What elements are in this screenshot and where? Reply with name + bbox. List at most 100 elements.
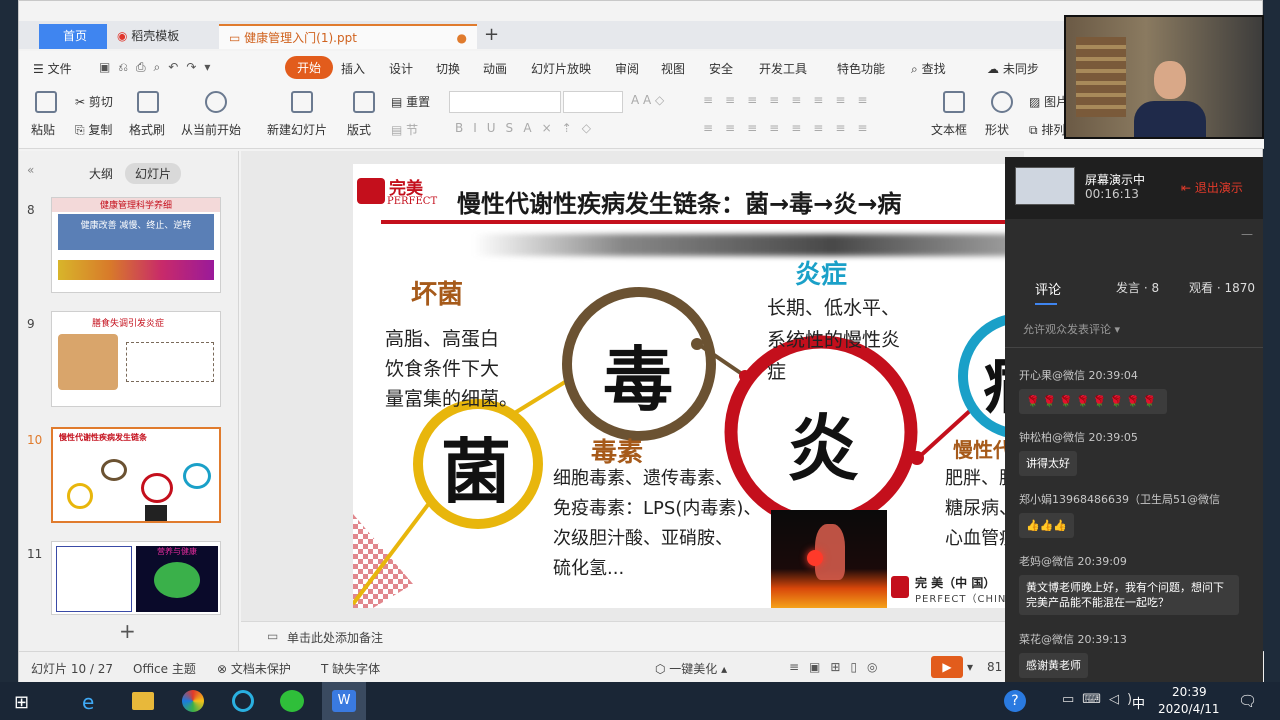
notes-icon: ▭ xyxy=(267,629,279,643)
font-style-icons[interactable]: BIUSA×⇡◇ xyxy=(455,121,601,135)
menu-transition[interactable]: 切换 xyxy=(436,60,460,77)
section-button[interactable]: ▤ 节 xyxy=(391,121,418,138)
menu-animation[interactable]: 动画 xyxy=(483,60,507,77)
shape-button[interactable]: 形状 xyxy=(985,121,1009,138)
minimize-icon[interactable]: — xyxy=(1241,227,1253,241)
menu-review[interactable]: 审阅 xyxy=(615,60,639,77)
exit-presentation-button[interactable]: ⇤ 退出演示 xyxy=(1181,179,1243,196)
tab-watch[interactable]: 观看 · 1870 xyxy=(1189,279,1255,296)
play-slideshow-icon[interactable]: ▶ xyxy=(931,656,963,678)
tab-speak[interactable]: 发言 · 8 xyxy=(1116,279,1159,296)
tab-document[interactable]: ▭ 健康管理入门(1).ppt ● xyxy=(219,24,477,49)
theme-name[interactable]: Office 主题 xyxy=(133,660,196,677)
ime-indicator[interactable]: 中 xyxy=(1132,693,1145,712)
menu-search[interactable]: ⌕ 查找 xyxy=(911,60,946,77)
slide-thumb-9[interactable]: 膳食失调引发炎症 xyxy=(51,311,221,407)
thumb-circle-brown xyxy=(101,459,127,481)
tab-templates[interactable]: ◉ 稻壳模板 xyxy=(107,24,225,49)
search-app-icon[interactable] xyxy=(232,690,254,712)
help-icon[interactable]: ? xyxy=(1004,690,1026,712)
menu-security[interactable]: 安全 xyxy=(709,60,733,77)
comment-name: 开心果@微信 xyxy=(1019,369,1085,382)
document-protection[interactable]: ⊗ 文档未保护 xyxy=(217,660,291,677)
paragraph-icons-top[interactable]: ≡≡≡≡≡≡≡≡ xyxy=(703,93,879,107)
slide-thumb-8[interactable]: 健康管理科学养细 健康改善 减慢、终止、逆转 xyxy=(51,197,221,293)
comment-item: 老妈@微信 20:39:09 黄文博老师晚上好，我有个问题，想问下完美产品能不能… xyxy=(1019,553,1259,615)
thumb-title: 健康管理科学养细 xyxy=(52,198,220,212)
reset-button[interactable]: ▤ 重置 xyxy=(391,93,430,110)
tab-outline[interactable]: 大纲 xyxy=(89,165,113,182)
connector-dot xyxy=(739,370,751,382)
windows-start-icon[interactable]: ⊞ xyxy=(14,692,29,713)
font-size-adjust-icons[interactable]: A A ◇ xyxy=(631,93,664,107)
beautify-button[interactable]: ⬡ 一键美化 ▴ xyxy=(655,660,727,677)
edge-browser-icon[interactable]: e xyxy=(82,690,106,714)
webcam-preview xyxy=(1064,15,1264,139)
layout-button[interactable]: 版式 xyxy=(347,121,371,138)
wechat-icon[interactable] xyxy=(280,690,304,712)
inflammation-heading: 炎症 xyxy=(795,260,848,290)
tab-comments[interactable]: 评论 xyxy=(1035,279,1061,298)
slide-number: 8 xyxy=(27,203,35,217)
comment-author: 老妈@微信 20:39:09 xyxy=(1019,553,1259,569)
collapse-panel-icon[interactable]: « xyxy=(27,163,34,177)
thumb-tree-image: 营养与健康 xyxy=(136,546,218,612)
tab-slides[interactable]: 幻灯片 xyxy=(125,163,182,184)
menu-insert[interactable]: 插入 xyxy=(341,60,365,77)
tab-home[interactable]: 首页 xyxy=(39,24,111,49)
textbox-button[interactable]: 文本框 xyxy=(931,121,967,138)
clock-date[interactable]: 2020/4/11 xyxy=(1158,702,1220,716)
slide-thumb-10-selected[interactable]: 慢性代谢性疾病发生链条 xyxy=(51,427,221,523)
arrange-button[interactable]: ⧉ 排列 xyxy=(1029,121,1065,138)
thumb-text-block xyxy=(56,546,132,612)
thumb-food-image xyxy=(58,334,118,390)
bad-bacteria-heading: 坏菌 xyxy=(411,280,464,310)
cut-button[interactable]: ✂ 剪切 xyxy=(75,93,113,110)
menu-special[interactable]: 特色功能 xyxy=(837,60,885,77)
shape-icon[interactable] xyxy=(991,91,1013,113)
clock-time[interactable]: 20:39 xyxy=(1172,685,1207,699)
font-size-select[interactable] xyxy=(563,91,623,113)
view-mode-icons[interactable]: ≡▣⊞▯◎ xyxy=(789,660,888,674)
zoom-level[interactable]: 81 xyxy=(987,660,1002,674)
menu-file[interactable]: ☰ 文件 xyxy=(33,60,72,77)
notification-icon[interactable]: 🗨 xyxy=(1238,692,1257,710)
new-slide-icon[interactable] xyxy=(291,91,313,113)
paragraph-icons-bottom[interactable]: ≡≡≡≡≡≡≡≡ xyxy=(703,121,879,135)
menu-design[interactable]: 设计 xyxy=(389,60,413,77)
textbox-icon[interactable] xyxy=(943,91,965,113)
current-slide[interactable]: 完美 PERFECT 慢性代谢性疾病发生链条：菌→毒→炎→病 菌 毒 炎 坏菌 … xyxy=(353,164,1033,608)
format-painter-button[interactable]: 格式刷 xyxy=(129,121,165,138)
paste-button[interactable]: 粘贴 xyxy=(31,121,55,138)
thumb-pain-image xyxy=(145,505,167,521)
menu-slideshow[interactable]: 幻灯片放映 xyxy=(531,60,591,77)
sync-status[interactable]: ☁ 未同步 xyxy=(987,60,1039,77)
new-slide-button[interactable]: 新建幻灯片 xyxy=(267,121,327,138)
wps-taskbar-button[interactable]: W xyxy=(322,682,366,720)
slide-thumb-11[interactable]: 营养与健康 xyxy=(51,541,221,615)
play-menu-caret[interactable]: ▾ xyxy=(967,660,973,674)
menu-start[interactable]: 开始 xyxy=(285,56,334,79)
menu-developer[interactable]: 开发工具 xyxy=(759,60,807,77)
layout-icon[interactable] xyxy=(353,91,375,113)
beautify-label: 一键美化 xyxy=(669,662,718,676)
quick-access-icons[interactable]: ▣⎌⎙⌕↶↷▾ xyxy=(99,60,218,75)
font-family-select[interactable] xyxy=(449,91,561,113)
play-icon[interactable] xyxy=(205,91,227,113)
play-from-current-button[interactable]: 从当前开始 xyxy=(181,121,241,138)
paste-icon[interactable] xyxy=(35,91,57,113)
browser-icon[interactable] xyxy=(182,690,204,712)
file-explorer-icon[interactable] xyxy=(132,692,154,710)
new-tab-button[interactable]: + xyxy=(474,24,499,49)
wps-icon: W xyxy=(332,690,356,712)
copy-button[interactable]: ⎘ 复制 xyxy=(75,121,112,138)
picture-button[interactable]: ▨ 图片 xyxy=(1029,93,1068,110)
notes-pane[interactable]: ▭ 单击此处添加备注 xyxy=(241,621,1024,651)
menu-view[interactable]: 视图 xyxy=(661,60,685,77)
add-slide-button[interactable]: + xyxy=(119,619,136,643)
format-painter-icon[interactable] xyxy=(137,91,159,113)
missing-font[interactable]: T 缺失字体 xyxy=(321,660,380,677)
system-tray-icons[interactable]: ▭⌨◁) xyxy=(1062,692,1140,707)
allow-comments-toggle[interactable]: 允许观众发表评论 ▾ xyxy=(1023,321,1120,337)
arrange-label: 排列 xyxy=(1041,123,1066,137)
